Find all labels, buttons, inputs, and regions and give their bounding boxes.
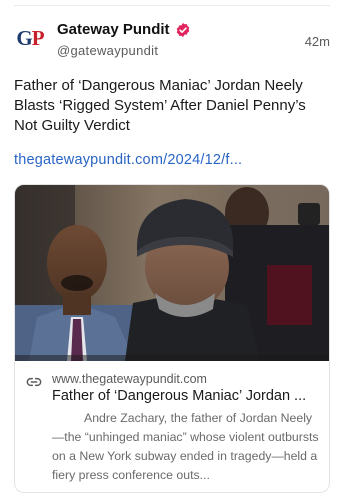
author-handle[interactable]: @gatewaypundit <box>57 43 158 58</box>
link-icon <box>26 377 42 387</box>
card-description: Andre Zachary, the father of Jordan Neel… <box>52 411 319 482</box>
top-divider <box>14 5 330 6</box>
post-link[interactable]: thegatewaypundit.com/2024/12/f... <box>14 152 242 168</box>
card-domain: www.thegatewaypundit.com <box>52 372 207 386</box>
avatar-logo: GP <box>16 25 44 50</box>
author-avatar[interactable]: GP <box>14 22 46 54</box>
link-preview-card[interactable]: www.thegatewaypundit.com Father of ‘Dang… <box>14 184 330 493</box>
author-display-name[interactable]: Gateway Pundit <box>57 21 170 38</box>
post-text: Father of ‘Dangerous Maniac’ Jordan Neel… <box>14 77 306 134</box>
author-name-row: Gateway Pundit <box>57 21 191 38</box>
card-title[interactable]: Father of ‘Dangerous Maniac’ Jordan ... <box>52 388 319 404</box>
post-timestamp[interactable]: 42m <box>305 34 330 49</box>
post-header: GP Gateway Pundit @gatewaypundit 42m <box>14 18 330 62</box>
card-thumbnail-image <box>15 185 329 361</box>
card-body: www.thegatewaypundit.com Father of ‘Dang… <box>15 361 329 492</box>
verified-badge-icon <box>176 22 189 37</box>
